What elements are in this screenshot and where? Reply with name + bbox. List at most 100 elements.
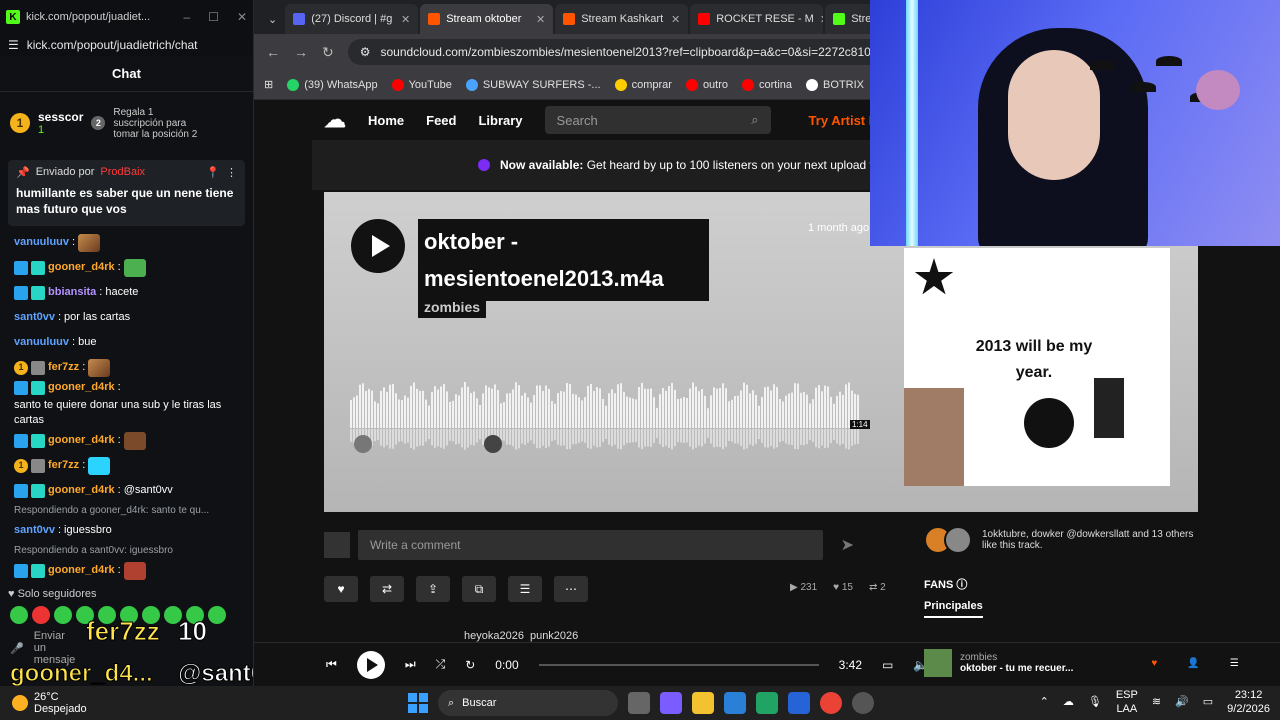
progress-bar[interactable]: [538, 663, 819, 666]
tab-principales[interactable]: Principales: [924, 600, 983, 618]
maximize-icon[interactable]: ☐: [208, 10, 219, 24]
search-icon[interactable]: ⌕: [751, 112, 758, 128]
share-button[interactable]: ⇪: [416, 576, 450, 602]
track-artist[interactable]: zombies: [418, 296, 487, 318]
comment-user[interactable]: heyoka2026: [464, 630, 524, 642]
more-button[interactable]: ⋯: [554, 576, 588, 602]
language-indicator[interactable]: ESP LAA: [1116, 688, 1138, 716]
tab-close-icon[interactable]: ✕: [671, 13, 680, 26]
chat-username[interactable]: gooner_d4rk: [48, 380, 115, 395]
like-button[interactable]: ♥: [324, 576, 358, 602]
emote-icon[interactable]: [54, 606, 72, 624]
apps-icon[interactable]: ⊞: [264, 78, 273, 91]
now-playing-title[interactable]: oktober - tu me recuer...: [960, 663, 1073, 674]
reload-icon[interactable]: ↻: [322, 44, 334, 61]
battery-icon[interactable]: ▭: [1203, 695, 1213, 709]
chat-username[interactable]: fer7zz: [48, 458, 79, 473]
chat-username[interactable]: sant0vv: [14, 310, 55, 325]
tab-close-icon[interactable]: ✕: [536, 13, 545, 26]
bookmark-item[interactable]: outro: [685, 78, 728, 91]
onedrive-icon[interactable]: ☁: [1063, 695, 1074, 709]
forward-icon[interactable]: →: [294, 44, 308, 60]
browser-tab[interactable]: ROCKET RESE - M ✕: [690, 4, 824, 34]
waveform[interactable]: 1:14: [350, 378, 870, 458]
chat-username[interactable]: gooner_d4rk: [48, 563, 115, 578]
nav-home[interactable]: Home: [368, 113, 404, 128]
chat-username[interactable]: vanuuluuv: [14, 335, 69, 350]
more-options-icon[interactable]: ⋮: [226, 166, 237, 179]
app-icon[interactable]: [788, 692, 810, 714]
comment-input[interactable]: Write a comment: [358, 530, 823, 560]
bookmark-item[interactable]: SUBWAY SURFERS -...: [465, 78, 601, 91]
site-settings-icon[interactable]: ☰: [8, 38, 19, 52]
np-follow-icon[interactable]: 👤: [1187, 658, 1199, 669]
chat-username[interactable]: fer7zz: [48, 360, 79, 375]
comment-avatar[interactable]: [484, 435, 502, 453]
emote-icon[interactable]: [10, 606, 28, 624]
tab-close-icon[interactable]: ✕: [401, 13, 410, 26]
chat-url-bar[interactable]: ☰ kick.com/popout/juadietrich/chat: [0, 34, 253, 56]
weather-widget[interactable]: 26°C Despejado: [0, 691, 120, 715]
mic-icon[interactable]: 🎙: [1088, 695, 1102, 709]
tab-close-icon[interactable]: ✕: [820, 13, 823, 26]
waveform-svg[interactable]: [350, 378, 870, 458]
site-info-icon[interactable]: ⚙: [360, 45, 371, 59]
previous-icon[interactable]: ⏮: [326, 657, 337, 672]
info-icon[interactable]: ⓘ: [956, 579, 967, 591]
volume-icon[interactable]: 🔊: [1175, 695, 1189, 709]
np-like-icon[interactable]: ♥: [1151, 658, 1157, 669]
np-queue-icon[interactable]: ☰: [1230, 658, 1239, 669]
excel-icon[interactable]: [756, 692, 778, 714]
chat-username[interactable]: gooner_d4rk: [48, 260, 115, 275]
bookmark-item[interactable]: comprar: [614, 78, 672, 91]
comment-avatar[interactable]: [354, 435, 372, 453]
obs-icon[interactable]: [852, 692, 874, 714]
tray-chevron-icon[interactable]: ⌃: [1040, 695, 1049, 709]
emote-icon[interactable]: [32, 606, 50, 624]
gift-leaderboard[interactable]: 1 sesscor 1 2 Regala 1 suscripción para …: [0, 92, 253, 154]
unpin-icon[interactable]: 📍: [206, 166, 220, 179]
play-button[interactable]: [351, 219, 405, 273]
now-playing-user[interactable]: zombies: [960, 652, 1073, 663]
next-icon[interactable]: ⏭: [405, 657, 416, 672]
nav-library[interactable]: Library: [478, 113, 522, 128]
wifi-icon[interactable]: ≋: [1152, 695, 1161, 709]
chrome-icon[interactable]: [820, 692, 842, 714]
chat-username[interactable]: sant0vv: [14, 523, 55, 538]
close-icon[interactable]: ✕: [237, 10, 247, 24]
chat-username[interactable]: bbiansita: [48, 285, 96, 300]
clock[interactable]: 23:12 9/2/2026: [1227, 688, 1270, 716]
mic-icon[interactable]: 🎤: [10, 642, 24, 655]
repeat-icon[interactable]: ↻: [465, 658, 475, 672]
bookmark-item[interactable]: cortina: [742, 78, 792, 91]
player-play-button[interactable]: [356, 650, 385, 679]
browser-tab[interactable]: Stream Kashkart ✕: [555, 4, 689, 34]
track-title[interactable]: oktober - mesientoenel2013.m4a: [418, 219, 709, 301]
send-icon[interactable]: ➤: [831, 535, 864, 555]
add-to-playlist-button[interactable]: ☰: [508, 576, 542, 602]
windows-start-icon[interactable]: [408, 693, 428, 713]
task-view-icon[interactable]: [628, 692, 650, 714]
avatar[interactable]: [944, 526, 972, 554]
now-playing[interactable]: zombies oktober - tu me recuer... ♥ 👤 ☰: [924, 649, 1239, 677]
shuffle-icon[interactable]: ⤮: [436, 657, 446, 672]
back-icon[interactable]: ←: [266, 44, 280, 60]
browser-tab[interactable]: (27) Discord | #g ✕: [285, 4, 419, 34]
repost-button[interactable]: ⇄: [370, 576, 404, 602]
emote-icon[interactable]: [208, 606, 226, 624]
taskbar-search[interactable]: ⌕ Buscar: [438, 690, 618, 716]
chat-username[interactable]: gooner_d4rk: [48, 433, 115, 448]
soundcloud-logo-icon[interactable]: ☁: [324, 107, 346, 133]
nav-feed[interactable]: Feed: [426, 113, 456, 128]
bookmark-item[interactable]: BOTRIX: [806, 78, 864, 91]
comment-user-2[interactable]: punk2026: [530, 630, 578, 642]
copy-link-button[interactable]: ⧉: [462, 576, 496, 602]
search-input[interactable]: Search ⌕: [544, 106, 771, 134]
cast-icon[interactable]: ▭: [882, 658, 893, 672]
browser-tab[interactable]: Stream oktober ✕: [420, 4, 554, 34]
copilot-icon[interactable]: [660, 692, 682, 714]
file-explorer-icon[interactable]: [692, 692, 714, 714]
bookmark-item[interactable]: (39) WhatsApp: [287, 78, 378, 91]
chat-username[interactable]: gooner_d4rk: [48, 483, 115, 498]
tab-search-icon[interactable]: ⌄: [262, 13, 283, 34]
